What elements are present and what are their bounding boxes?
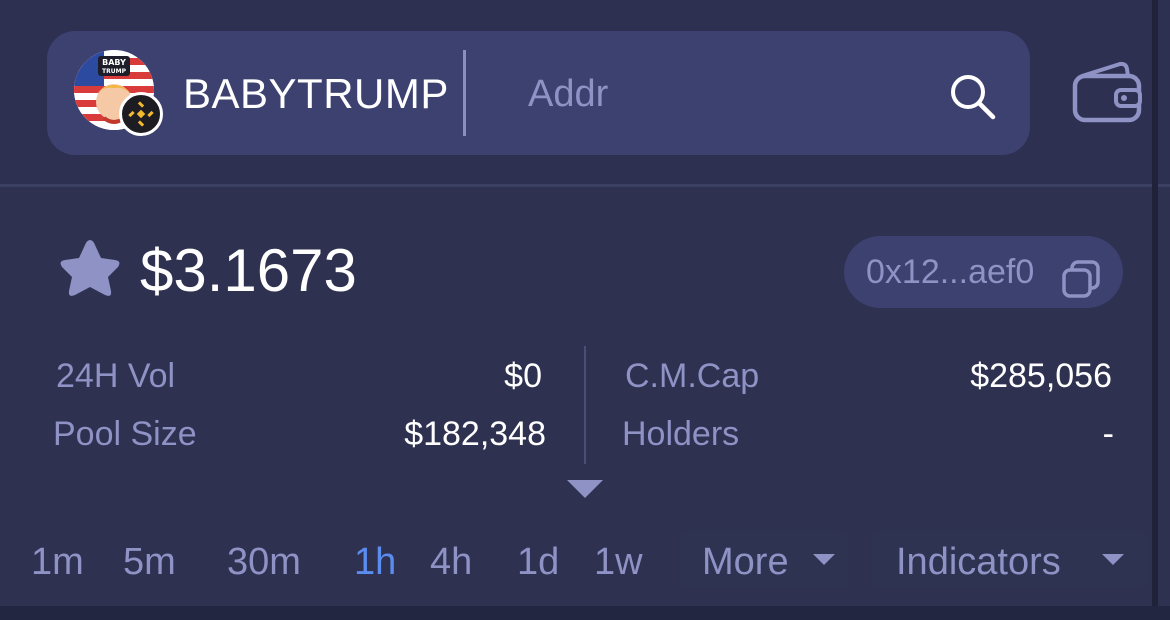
timeframe-1h[interactable]: 1h bbox=[354, 540, 396, 584]
stats-divider bbox=[584, 346, 586, 464]
pool-size-value: $182,348 bbox=[404, 415, 546, 453]
logo-text-bottom: TRUMP bbox=[102, 68, 127, 75]
bnb-chain-icon bbox=[119, 92, 163, 136]
contract-address[interactable]: 0x12...aef0 bbox=[866, 252, 1034, 292]
timeframe-1w[interactable]: 1w bbox=[594, 540, 643, 584]
timeframe-30m[interactable]: 30m bbox=[227, 540, 301, 584]
pool-size-label: Pool Size bbox=[53, 415, 197, 453]
header-separator bbox=[0, 184, 1170, 187]
scrollbar-track[interactable] bbox=[1152, 0, 1158, 620]
timeframe-1d[interactable]: 1d bbox=[517, 540, 559, 584]
timeframe-5m[interactable]: 5m bbox=[123, 540, 176, 584]
market-cap-value: $285,056 bbox=[970, 357, 1112, 395]
search-divider bbox=[463, 50, 466, 136]
token-price: $3.1673 bbox=[140, 237, 357, 304]
expand-stats-icon[interactable] bbox=[565, 478, 605, 500]
token-symbol: BABYTRUMP bbox=[183, 70, 449, 117]
timeframe-4h[interactable]: 4h bbox=[430, 540, 472, 584]
logo-text-top: BABY bbox=[102, 58, 126, 67]
timeframe-1m[interactable]: 1m bbox=[31, 540, 84, 584]
vol-label: 24H Vol bbox=[56, 357, 176, 395]
search-icon[interactable] bbox=[946, 70, 998, 122]
indicators-label[interactable]: Indicators bbox=[896, 540, 1061, 584]
chart-area-top bbox=[0, 606, 1170, 620]
holders-value: - bbox=[1102, 415, 1114, 453]
address-search-input[interactable] bbox=[528, 66, 918, 122]
more-label[interactable]: More bbox=[702, 540, 789, 584]
more-chevron-down-icon bbox=[813, 554, 835, 565]
indicators-chevron-down-icon bbox=[1102, 554, 1124, 565]
wallet-icon[interactable] bbox=[1072, 60, 1142, 124]
market-cap-label: C.M.Cap bbox=[625, 357, 760, 395]
copy-icon[interactable] bbox=[1060, 258, 1102, 300]
holders-label: Holders bbox=[622, 415, 740, 453]
vol-value: $0 bbox=[504, 357, 542, 395]
star-icon[interactable] bbox=[54, 236, 126, 304]
